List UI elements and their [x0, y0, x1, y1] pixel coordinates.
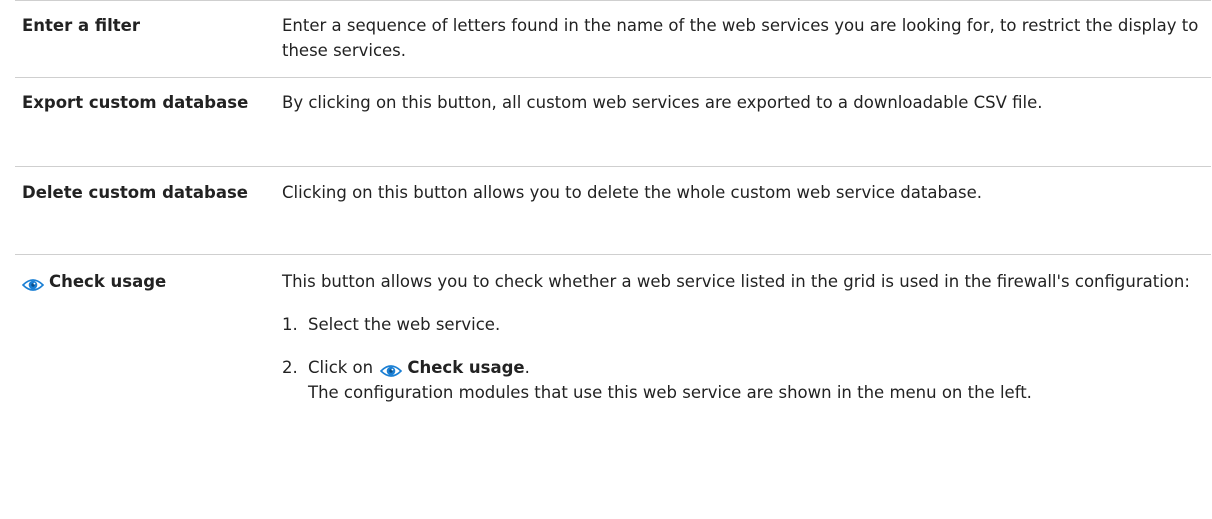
row-term-check-usage: Check usage	[15, 269, 282, 518]
definition-table: Enter a filter Enter a sequence of lette…	[15, 0, 1211, 518]
eye-icon	[380, 360, 403, 377]
check-usage-label: Check usage	[49, 272, 167, 291]
row-description: By clicking on this button, all custom w…	[282, 93, 1043, 112]
row-description: Enter a sequence of letters found in the…	[282, 16, 1199, 60]
row-description: Clicking on this button allows you to de…	[282, 183, 983, 202]
row-term: Enter a filter	[22, 16, 140, 35]
check-usage-button-label: Check usage	[407, 358, 525, 377]
row-term: Delete custom database	[22, 183, 248, 202]
step-note: The configuration modules that use this …	[308, 383, 1032, 402]
step-number: 1.	[282, 315, 298, 334]
table-row-export-custom-database: Export custom database By clicking on th…	[15, 78, 1211, 167]
row-term: Export custom database	[22, 93, 249, 112]
table-row-enter-filter: Enter a filter Enter a sequence of lette…	[15, 0, 1211, 78]
row-description: This button allows you to check whether …	[282, 269, 1211, 518]
step-text: Select the web service.	[308, 315, 501, 334]
steps-list: 1. Select the web service. 2. Click on C…	[282, 312, 1203, 405]
list-item: 2. Click on Check usage. The configurati…	[282, 355, 1203, 405]
step-suffix: .	[524, 358, 530, 377]
step-prefix: Click on	[308, 358, 374, 377]
list-item: 1. Select the web service.	[282, 312, 1203, 337]
step-number: 2.	[282, 358, 298, 377]
step-body: Click on Check usage. The configuration …	[308, 355, 1203, 405]
eye-icon	[21, 274, 45, 291]
table-row-check-usage: Check usage This button allows you to ch…	[15, 255, 1211, 518]
table-row-delete-custom-database: Delete custom database Clicking on this …	[15, 167, 1211, 255]
check-usage-intro: This button allows you to check whether …	[282, 272, 1190, 291]
